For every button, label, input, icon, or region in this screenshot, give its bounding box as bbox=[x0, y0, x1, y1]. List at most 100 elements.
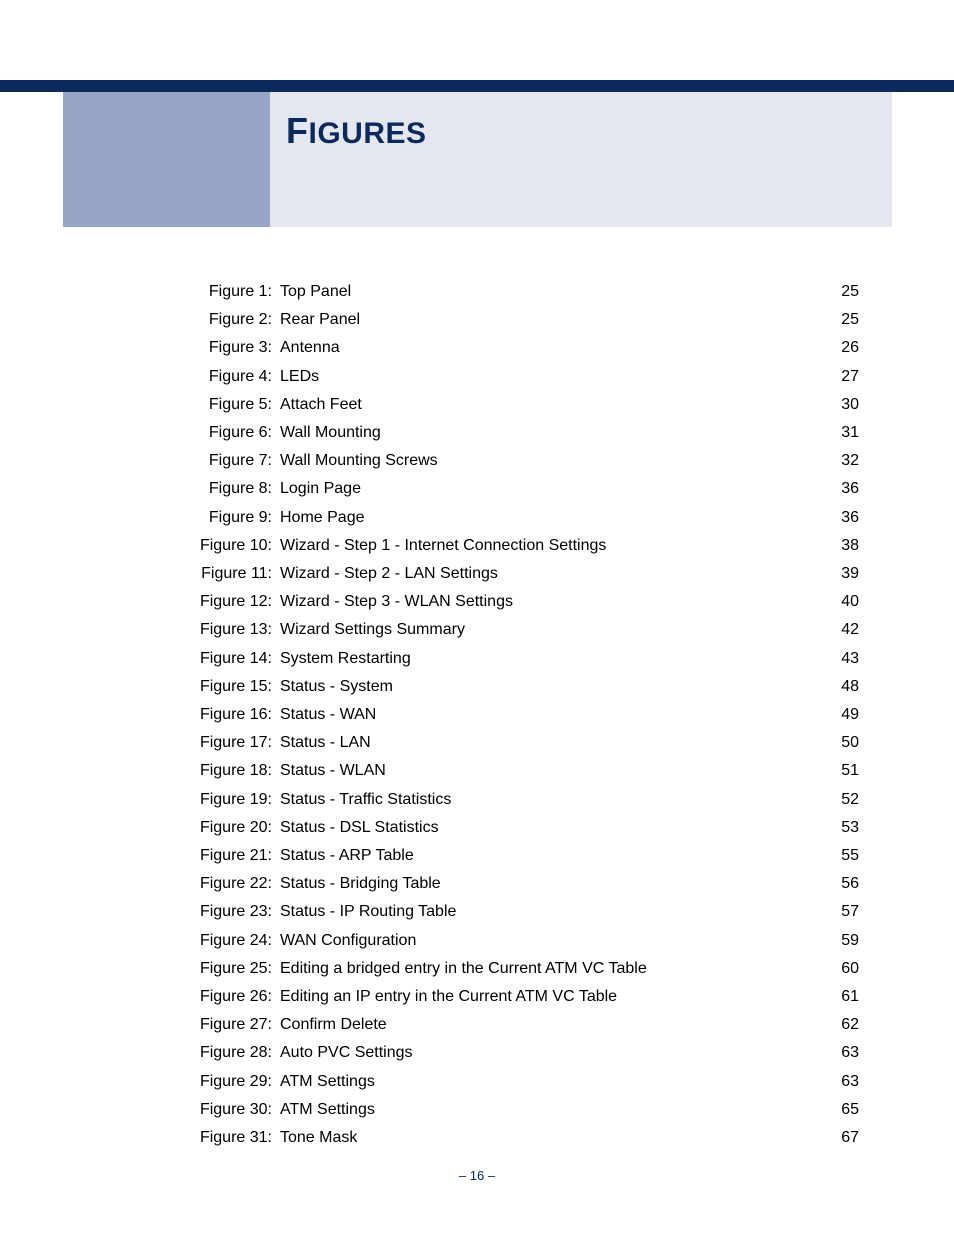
figure-description: Login Page bbox=[280, 475, 829, 503]
figure-label: Figure 12: bbox=[180, 588, 280, 616]
figure-label: Figure 29: bbox=[180, 1068, 280, 1096]
figure-label: Figure 18: bbox=[180, 757, 280, 785]
figure-page: 40 bbox=[829, 588, 859, 616]
figure-label: Figure 3: bbox=[180, 334, 280, 362]
figure-row: Figure 3:Antenna26 bbox=[180, 334, 859, 362]
figure-page: 50 bbox=[829, 729, 859, 757]
figure-page: 25 bbox=[829, 306, 859, 334]
figure-label: Figure 14: bbox=[180, 645, 280, 673]
figure-page: 30 bbox=[829, 391, 859, 419]
figure-page: 39 bbox=[829, 560, 859, 588]
figure-row: Figure 1:Top Panel25 bbox=[180, 278, 859, 306]
figure-page: 43 bbox=[829, 645, 859, 673]
figure-row: Figure 17:Status - LAN50 bbox=[180, 729, 859, 757]
figure-page: 52 bbox=[829, 786, 859, 814]
figure-row: Figure 19:Status - Traffic Statistics52 bbox=[180, 786, 859, 814]
figure-label: Figure 17: bbox=[180, 729, 280, 757]
figure-label: Figure 19: bbox=[180, 786, 280, 814]
figure-row: Figure 25:Editing a bridged entry in the… bbox=[180, 955, 859, 983]
figure-row: Figure 4:LEDs27 bbox=[180, 363, 859, 391]
figure-row: Figure 28:Auto PVC Settings63 bbox=[180, 1039, 859, 1067]
figure-description: Status - DSL Statistics bbox=[280, 814, 829, 842]
figure-label: Figure 25: bbox=[180, 955, 280, 983]
figure-description: Confirm Delete bbox=[280, 1011, 829, 1039]
figure-row: Figure 11:Wizard - Step 2 - LAN Settings… bbox=[180, 560, 859, 588]
figure-page: 65 bbox=[829, 1096, 859, 1124]
figure-row: Figure 12:Wizard - Step 3 - WLAN Setting… bbox=[180, 588, 859, 616]
figure-label: Figure 26: bbox=[180, 983, 280, 1011]
figure-row: Figure 31:Tone Mask67 bbox=[180, 1124, 859, 1152]
figure-description: Status - LAN bbox=[280, 729, 829, 757]
figure-row: Figure 27:Confirm Delete62 bbox=[180, 1011, 859, 1039]
figure-row: Figure 21:Status - ARP Table55 bbox=[180, 842, 859, 870]
figure-label: Figure 20: bbox=[180, 814, 280, 842]
figure-description: Editing an IP entry in the Current ATM V… bbox=[280, 983, 829, 1011]
figure-row: Figure 18:Status - WLAN51 bbox=[180, 757, 859, 785]
figure-row: Figure 10:Wizard - Step 1 - Internet Con… bbox=[180, 532, 859, 560]
figure-label: Figure 6: bbox=[180, 419, 280, 447]
figure-row: Figure 16:Status - WAN49 bbox=[180, 701, 859, 729]
figure-row: Figure 22:Status - Bridging Table56 bbox=[180, 870, 859, 898]
figure-label: Figure 27: bbox=[180, 1011, 280, 1039]
figure-page: 60 bbox=[829, 955, 859, 983]
figure-row: Figure 24:WAN Configuration59 bbox=[180, 927, 859, 955]
figure-row: Figure 15:Status - System48 bbox=[180, 673, 859, 701]
header-dark-bar bbox=[0, 80, 954, 92]
page-footer: – 16 – bbox=[0, 1168, 954, 1183]
figure-description: Wall Mounting bbox=[280, 419, 829, 447]
figure-description: System Restarting bbox=[280, 645, 829, 673]
figure-description: Rear Panel bbox=[280, 306, 829, 334]
header-side-box bbox=[63, 92, 270, 227]
figure-page: 62 bbox=[829, 1011, 859, 1039]
figure-description: Status - WAN bbox=[280, 701, 829, 729]
figure-page: 57 bbox=[829, 898, 859, 926]
figure-list: Figure 1:Top Panel25Figure 2:Rear Panel2… bbox=[180, 278, 859, 1152]
figure-page: 42 bbox=[829, 616, 859, 644]
figure-description: Wizard Settings Summary bbox=[280, 616, 829, 644]
figure-description: Status - IP Routing Table bbox=[280, 898, 829, 926]
figure-label: Figure 23: bbox=[180, 898, 280, 926]
figure-page: 59 bbox=[829, 927, 859, 955]
figure-row: Figure 20:Status - DSL Statistics53 bbox=[180, 814, 859, 842]
figure-page: 38 bbox=[829, 532, 859, 560]
figure-page: 27 bbox=[829, 363, 859, 391]
figure-page: 32 bbox=[829, 447, 859, 475]
figure-description: Home Page bbox=[280, 504, 829, 532]
figure-row: Figure 8:Login Page36 bbox=[180, 475, 859, 503]
figure-label: Figure 24: bbox=[180, 927, 280, 955]
figure-description: Status - WLAN bbox=[280, 757, 829, 785]
figure-label: Figure 5: bbox=[180, 391, 280, 419]
figure-row: Figure 13:Wizard Settings Summary42 bbox=[180, 616, 859, 644]
figure-label: Figure 30: bbox=[180, 1096, 280, 1124]
figure-row: Figure 2:Rear Panel25 bbox=[180, 306, 859, 334]
figure-description: Wizard - Step 1 - Internet Connection Se… bbox=[280, 532, 829, 560]
figure-description: Wall Mounting Screws bbox=[280, 447, 829, 475]
figure-page: 51 bbox=[829, 757, 859, 785]
title-first-letter: F bbox=[286, 110, 309, 151]
title-rest: IGURES bbox=[309, 117, 427, 150]
figure-row: Figure 26:Editing an IP entry in the Cur… bbox=[180, 983, 859, 1011]
figure-label: Figure 9: bbox=[180, 504, 280, 532]
figure-description: ATM Settings bbox=[280, 1068, 829, 1096]
figure-label: Figure 15: bbox=[180, 673, 280, 701]
figure-description: LEDs bbox=[280, 363, 829, 391]
figure-description: Attach Feet bbox=[280, 391, 829, 419]
figure-description: Top Panel bbox=[280, 278, 829, 306]
figure-description: Editing a bridged entry in the Current A… bbox=[280, 955, 829, 983]
figure-description: Status - Bridging Table bbox=[280, 870, 829, 898]
figure-page: 36 bbox=[829, 475, 859, 503]
figure-page: 49 bbox=[829, 701, 859, 729]
figure-row: Figure 23:Status - IP Routing Table57 bbox=[180, 898, 859, 926]
figure-label: Figure 16: bbox=[180, 701, 280, 729]
figure-label: Figure 22: bbox=[180, 870, 280, 898]
figure-description: Auto PVC Settings bbox=[280, 1039, 829, 1067]
figure-description: Status - ARP Table bbox=[280, 842, 829, 870]
figure-page: 31 bbox=[829, 419, 859, 447]
figure-description: ATM Settings bbox=[280, 1096, 829, 1124]
figure-label: Figure 8: bbox=[180, 475, 280, 503]
figure-page: 53 bbox=[829, 814, 859, 842]
figure-page: 55 bbox=[829, 842, 859, 870]
figure-page: 56 bbox=[829, 870, 859, 898]
figure-row: Figure 14:System Restarting43 bbox=[180, 645, 859, 673]
figure-label: Figure 28: bbox=[180, 1039, 280, 1067]
